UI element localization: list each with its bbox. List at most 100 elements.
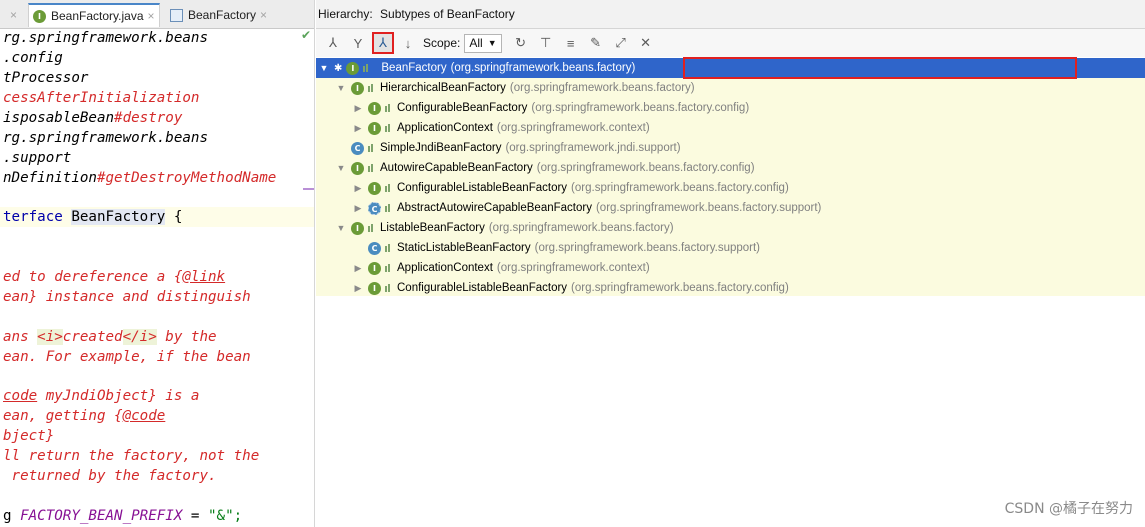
access-icon [367,84,375,92]
hierarchy-tree: ▼ ✱ I BeanFactory (org.springframework.b… [316,58,1145,296]
expand-arrow-icon[interactable]: ▼ [335,83,347,93]
code-line[interactable]: ean. For example, if the bean [3,347,251,367]
inspection-ok-icon: ✔ [301,28,312,42]
code-text: by the [156,329,217,345]
node-name: ApplicationContext [397,122,493,134]
collapsed-arrow-icon[interactable]: ▶ [352,283,364,294]
code-text: .config [3,50,63,66]
javadoc-tag: @link [182,269,226,285]
tree-node[interactable]: ▶ I ApplicationContext (org.springframew… [316,118,1145,138]
access-icon [384,104,392,112]
panel-subtitle: Subtypes of BeanFactory [380,7,515,21]
tab-beanfactory-java[interactable]: I BeanFactory.java × [28,3,160,27]
collapsed-arrow-icon[interactable]: ▶ [352,203,364,214]
hidden-tab-close-icon[interactable]: × [2,3,21,27]
tab-beanfactory-diagram[interactable]: BeanFactory × [166,3,271,27]
code-line[interactable]: isposableBean#destroy [3,108,182,128]
code-line[interactable]: bject} [3,426,54,446]
code-line[interactable]: cessAfterInitialization [3,88,199,108]
tree-node[interactable]: ▼ I ListableBeanFactory (org.springframe… [316,218,1145,238]
code-line[interactable]: ean, getting {@code [3,406,165,426]
interface-icon: I [346,61,360,75]
code-line[interactable]: ll return the factory, not the [3,446,259,466]
code-text: created [62,329,123,345]
collapsed-arrow-icon[interactable]: ▶ [352,103,364,114]
panel-title: Hierarchy: [318,7,373,21]
code-line[interactable]: ed to dereference a {@link [3,267,225,287]
interface-icon: I [368,181,381,195]
html-tag: </i> [122,329,157,345]
dropdown-arrow-icon: ▼ [487,38,497,48]
code-text: rg.springframework.beans [3,30,208,46]
node-name: ConfigurableBeanFactory [397,102,528,114]
code-line[interactable]: returned by the factory. [3,466,217,486]
code-line[interactable]: .config [3,48,63,68]
node-package: (org.springframework.beans.factory) [488,222,674,234]
code-line[interactable]: rg.springframework.beans [3,128,208,148]
scope-dropdown[interactable]: All ▼ [464,33,502,53]
expand-all-icon[interactable]: ⊤ [535,32,557,54]
export-icon[interactable]: ⤢ [610,32,632,54]
code-text: #destroy [114,110,183,126]
gutter-marker [303,188,314,190]
interface-icon: I [351,161,364,175]
interface-icon: I [368,261,381,275]
hierarchy-header: Hierarchy: Subtypes of BeanFactory [316,0,1145,29]
javadoc-tag: code [3,388,38,404]
tree-node[interactable]: ▶ I ApplicationContext (org.springframew… [316,258,1145,278]
tree-node[interactable]: ▶ C AbstractAutowireCapableBeanFactory (… [316,198,1145,218]
code-text: isposableBean [3,110,115,126]
type-hierarchy-icon[interactable]: ⅄ [322,32,344,54]
class-icon: C [368,241,381,255]
class-name: BeanFactory [71,209,166,225]
collapse-all-icon[interactable]: ≡ [560,32,582,54]
refresh-icon[interactable]: ↻ [510,32,532,54]
constant-name: FACTORY_BEAN_PREFIX [20,508,183,524]
access-icon [384,264,392,272]
code-text: cessAfterInitialization [3,90,200,106]
expand-arrow-icon[interactable]: ▼ [318,63,330,73]
tree-node[interactable]: ▶ I ConfigurableListableBeanFactory (org… [316,278,1145,298]
tree-node[interactable]: ▶ I ConfigurableListableBeanFactory (org… [316,178,1145,198]
close-icon[interactable]: ✕ [635,32,657,54]
tree-node[interactable]: C StaticListableBeanFactory (org.springf… [316,238,1145,258]
collapsed-arrow-icon[interactable]: ▶ [352,123,364,134]
code-text: { [165,209,183,225]
expand-arrow-icon[interactable]: ▼ [335,223,347,233]
node-name: ConfigurableListableBeanFactory [397,182,568,194]
tab-label: BeanFactory [188,8,257,22]
access-icon [384,204,392,212]
node-package: (org.springframework.beans.factory.confi… [571,282,789,294]
node-package: (org.springframework.beans.factory.confi… [531,102,750,114]
annotation-highlight-box [683,57,1077,79]
tree-node[interactable]: ▶ I ConfigurableBeanFactory (org.springf… [316,98,1145,118]
code-line[interactable]: terface BeanFactory { [3,207,182,227]
code-text: ll return the factory, not the [3,448,260,464]
sort-alphabetically-icon[interactable]: ↓ [397,32,419,54]
close-icon[interactable]: × [148,9,155,23]
code-line[interactable]: ean} instance and distinguish [3,287,251,307]
code-line[interactable]: code myJndiObject} is a [3,386,199,406]
code-line[interactable]: rg.springframework.beans [3,28,208,48]
access-icon [384,244,392,252]
expand-arrow-icon[interactable]: ▼ [335,163,347,173]
subtypes-hierarchy-icon[interactable]: ⅄ [372,32,394,54]
node-name: HierarchicalBeanFactory [380,82,506,94]
code-line[interactable]: .support [3,148,71,168]
code-line[interactable]: g FACTORY_BEAN_PREFIX = "&"; [3,506,242,526]
tree-node[interactable]: C SimpleJndiBeanFactory (org.springframe… [316,138,1145,158]
code-line[interactable]: nDefinition#getDestroyMethodName [3,168,276,188]
close-icon[interactable]: × [10,8,17,22]
code-text: tProcessor [3,70,89,86]
tree-node[interactable]: ▼ I AutowireCapableBeanFactory (org.spri… [316,158,1145,178]
close-icon[interactable]: × [260,8,267,22]
diagram-icon [170,8,183,22]
collapsed-arrow-icon[interactable]: ▶ [352,183,364,194]
tree-node[interactable]: ▼ I HierarchicalBeanFactory (org.springf… [316,78,1145,98]
interface-icon: I [351,221,364,235]
supertypes-hierarchy-icon[interactable]: Y [347,32,369,54]
pin-icon[interactable]: ✎ [585,32,607,54]
collapsed-arrow-icon[interactable]: ▶ [352,263,364,274]
code-line[interactable]: tProcessor [3,68,88,88]
code-line[interactable]: ans <i>created</i> by the [3,327,217,347]
